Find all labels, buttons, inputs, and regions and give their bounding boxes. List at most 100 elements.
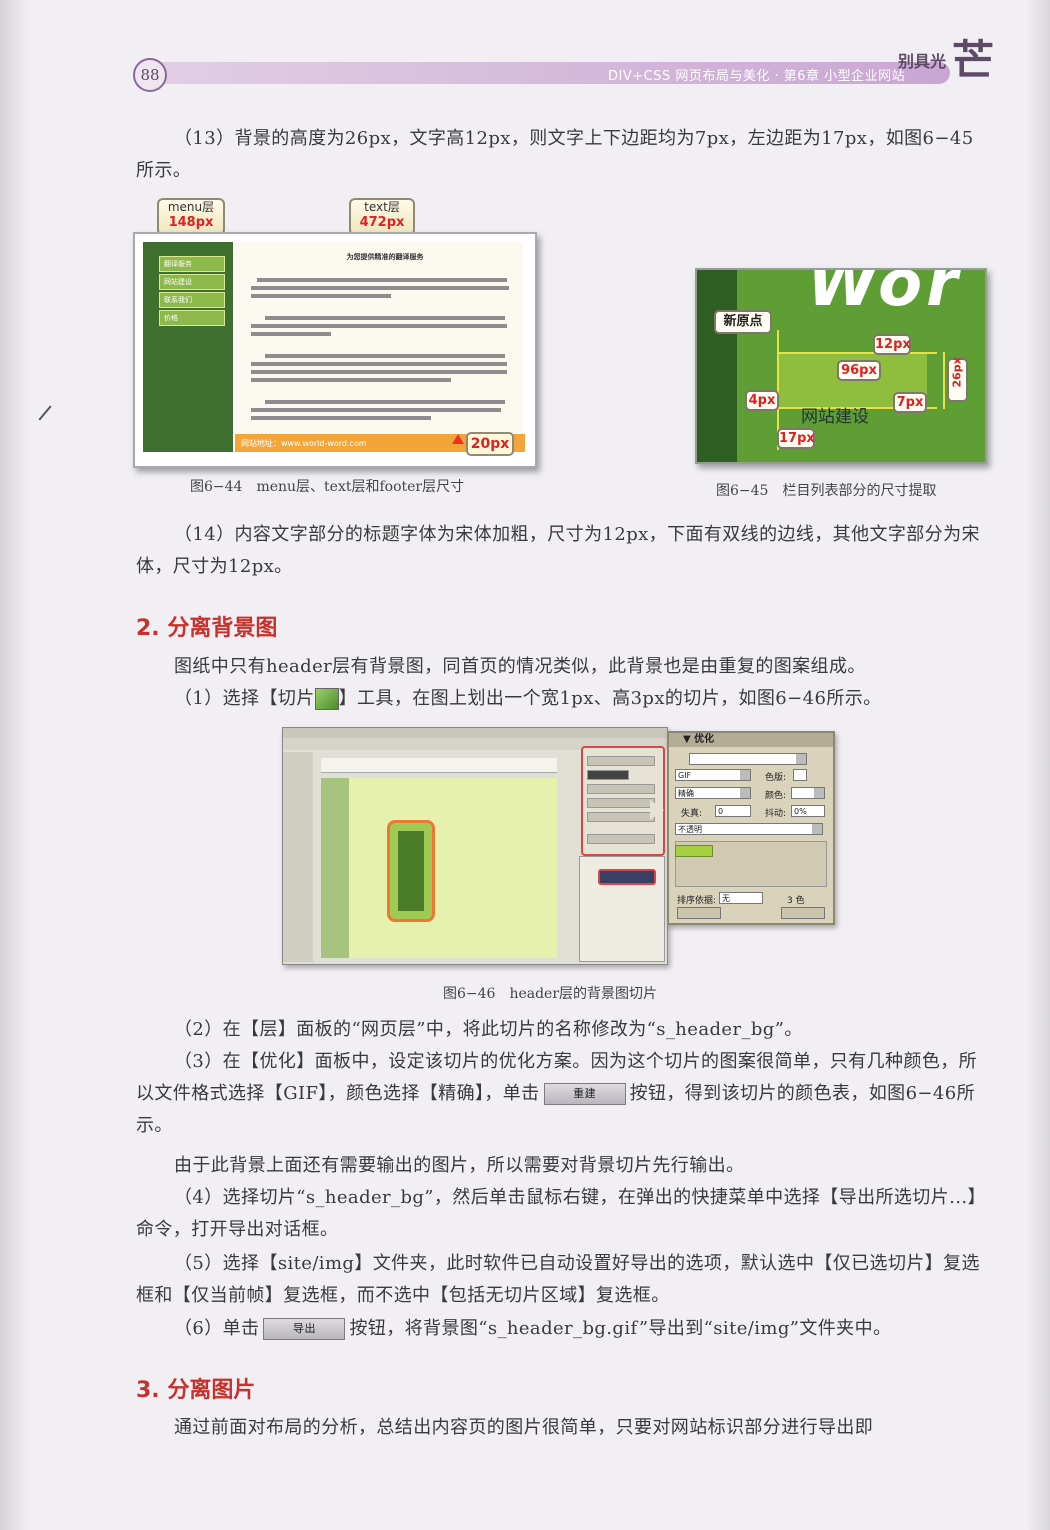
menu-item: 翻译服务	[159, 256, 225, 272]
step-4-text: （4）选择切片“s_header_bg”，然后单击鼠标右键，在弹出的快捷菜单中选…	[136, 1187, 986, 1240]
colors-select[interactable]	[791, 787, 825, 799]
format-select[interactable]: GIF	[675, 769, 751, 781]
text-line	[265, 316, 505, 320]
paragraph-14-text: （14）内容文字部分的标题字体为宋体加粗，尺寸为12px，下面有双线的边线，其他…	[136, 524, 980, 577]
export-button[interactable]: 导出	[263, 1318, 346, 1340]
new-origin-label: 新原点	[714, 310, 772, 334]
layer-row-selected	[598, 869, 656, 885]
page-number: 88	[133, 58, 167, 92]
sort-select[interactable]: 无	[719, 892, 763, 904]
dropdown-arrow-icon	[740, 788, 750, 798]
brand-big-glyph: 芒	[952, 36, 995, 85]
slice-selection	[387, 820, 435, 922]
panel-row	[587, 756, 655, 766]
slice-area	[398, 831, 424, 911]
text-line	[251, 378, 451, 382]
color-tools-right[interactable]	[781, 907, 825, 919]
section-2-heading: 2. 分离背景图	[136, 616, 278, 641]
colors-label: 颜色:	[765, 791, 787, 801]
loss-input[interactable]: 0	[715, 805, 751, 817]
paragraph-14: （14）内容文字部分的标题字体为宋体加粗，尺寸为12px，下面有双线的边线，其他…	[136, 519, 988, 583]
text-line	[265, 400, 505, 404]
step-1-post: 】工具，在图上划出一个宽1px、高3px的切片，如图6−46所示。	[338, 688, 882, 709]
panel-row	[587, 798, 655, 808]
step-2: （2）在【层】面板的“网页层”中，将此切片的名称修改为“s_header_bg”…	[136, 1014, 988, 1046]
dim-12px: 12px	[873, 334, 911, 355]
text-layer	[235, 242, 523, 434]
dim-17px: 17px	[777, 428, 815, 449]
step-6-post: 按钮，将背景图“s_header_bg.gif”导出到“site/img”文件夹…	[349, 1318, 892, 1339]
text-layer-title: 为您提供精准的翻译服务	[346, 253, 424, 261]
text-line	[251, 416, 431, 420]
callout-pointer	[650, 800, 664, 820]
ruler	[321, 758, 557, 773]
preset-select[interactable]	[689, 753, 807, 765]
page-edge	[1028, 0, 1050, 1530]
dim-26px: 26px	[947, 357, 968, 402]
footer-height-tag: 20px	[466, 432, 514, 456]
dropdown-arrow-icon	[812, 824, 822, 834]
step-1-pre: （1）选择【切片	[174, 688, 315, 709]
text-line	[251, 332, 331, 336]
rebuild-button[interactable]: 重建	[543, 1083, 626, 1105]
color-count: 3 色	[787, 896, 805, 906]
color-swatch[interactable]	[793, 769, 807, 781]
menu-item: 联系我们	[159, 292, 225, 308]
text-line	[251, 294, 391, 298]
text-line	[251, 362, 507, 366]
dropdown-arrow-icon	[814, 788, 824, 798]
optimize-panel-title: ▼ 优化	[669, 733, 833, 747]
item-text: 网站建设	[801, 407, 869, 427]
brand-text: 别具光	[898, 52, 947, 71]
text-line	[257, 278, 507, 282]
panel-row	[587, 812, 655, 822]
text-tag-size: 472px	[359, 215, 405, 230]
panel-row	[587, 784, 655, 794]
dim-26px-text: 26px	[950, 357, 964, 388]
section-2-intro: 图纸中只有header层有背景图，同首页的情况类似，此背景也是由重复的图案组成。	[136, 651, 988, 683]
intro2-text: 图纸中只有header层有背景图，同首页的情况类似，此背景也是由重复的图案组成。	[174, 656, 866, 677]
transparency-value: 不透明	[678, 825, 702, 834]
pen-mark	[38, 405, 52, 421]
paragraph-13-text: （13）背景的高度为26px，文字高12px，则文字上下边距均为7px，左边距为…	[136, 128, 974, 181]
dither-label: 抖动:	[765, 809, 787, 819]
section-3-heading: 3. 分离图片	[136, 1378, 256, 1403]
design-canvas	[321, 778, 557, 958]
palette-select[interactable]: 精确	[675, 787, 751, 799]
dim-7px: 7px	[893, 392, 927, 413]
step-6: （6）单击 导出 按钮，将背景图“s_header_bg.gif”导出到“site/…	[136, 1313, 988, 1345]
text-line	[251, 370, 507, 374]
color-tools[interactable]	[677, 907, 721, 919]
step-6-pre: （6）单击	[174, 1318, 260, 1339]
step-5: （5）选择【site/img】文件夹，此时软件已自动设置好导出的选项，默认选中【…	[136, 1248, 988, 1312]
loss-label: 失真:	[681, 809, 703, 819]
menu-item: 网站建设	[159, 274, 225, 290]
dimension-line	[943, 352, 945, 409]
menu-layer: 翻译服务 网站建设 联系我们 价格	[143, 242, 233, 452]
caption-fig-6-45: 图6−45 栏目列表部分的尺寸提取	[716, 483, 937, 499]
transparency-select[interactable]: 不透明	[675, 823, 823, 835]
section-3-intro: 通过前面对布局的分析，总结出内容页的图片很简单，只要对网站标识部分进行导出即	[136, 1412, 988, 1444]
panel-row	[587, 834, 655, 844]
text-line	[265, 354, 505, 358]
step-3: （3）在【优化】面板中，设定该切片的优化方案。因为这个切片的图案很简单，只有几种…	[136, 1046, 988, 1142]
text-layer-tag: text层 472px	[349, 198, 415, 236]
paragraph-13: （13）背景的高度为26px，文字高12px，则文字上下边距均为7px，左边距为…	[136, 123, 988, 187]
color-label: 色版:	[765, 773, 787, 783]
layers-panel	[579, 856, 665, 962]
step-1: （1）选择【切片 】工具，在图上划出一个宽1px、高3px的切片，如图6−46所示…	[136, 683, 988, 715]
menu-tag-size: 148px	[168, 215, 214, 230]
dither-input[interactable]: 0%	[791, 805, 825, 817]
text-line	[251, 286, 509, 290]
book-page: 88 DIV+CSS 网页布局与美化 · 第6章 小型企业网站 别具光 芒 （1…	[0, 0, 1050, 1530]
up-arrow-icon	[452, 434, 464, 444]
format-value: GIF	[678, 771, 692, 780]
step-5-text: （5）选择【site/img】文件夹，此时软件已自动设置好导出的选项，默认选中【…	[136, 1253, 980, 1306]
text-tag-name: text层	[364, 200, 400, 214]
canvas-left-bar	[321, 778, 349, 958]
intro3-text: 通过前面对布局的分析，总结出内容页的图片很简单，只要对网站标识部分进行导出即	[174, 1417, 874, 1438]
text-line	[251, 408, 501, 412]
logo-fragment: Wor	[807, 268, 962, 321]
menu-layer-tag: menu层 148px	[157, 198, 225, 236]
tools-panel	[283, 752, 313, 962]
